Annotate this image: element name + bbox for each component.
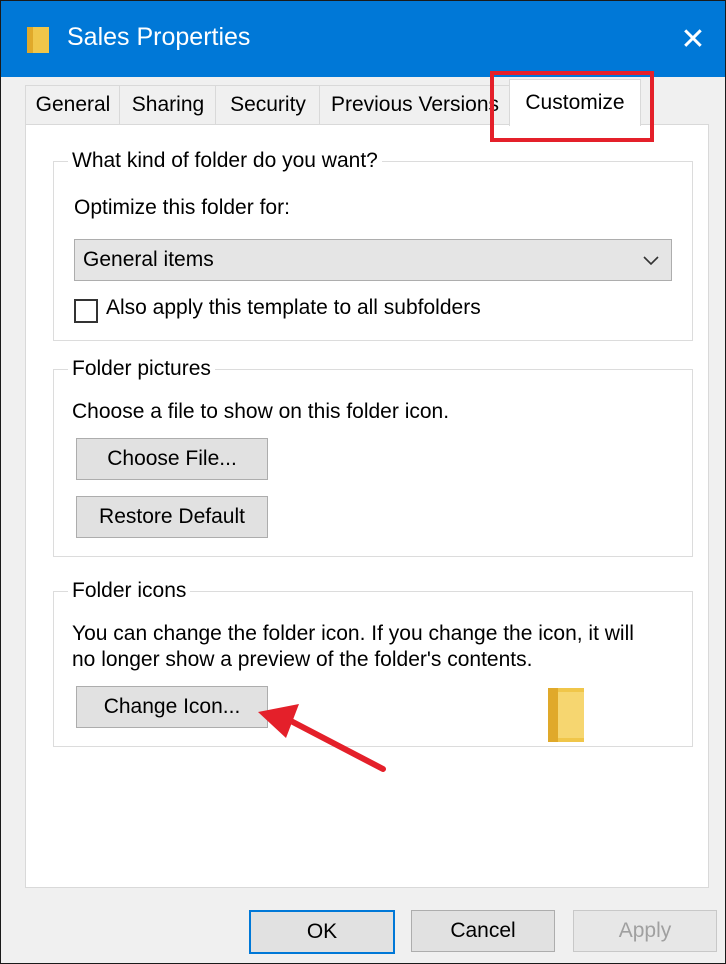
folder-icons-description-line2: no longer show a preview of the folder's…: [72, 648, 533, 671]
apply-subfolders-checkbox[interactable]: [74, 299, 98, 323]
chevron-down-icon: [643, 256, 659, 266]
apply-button[interactable]: Apply: [573, 910, 717, 952]
ok-button[interactable]: OK: [249, 910, 395, 954]
optimize-label: Optimize this folder for:: [74, 196, 290, 219]
title-bar[interactable]: Sales Properties ✕: [1, 1, 725, 77]
folder-icons-group-title: Folder icons: [68, 579, 191, 603]
choose-file-button[interactable]: Choose File...: [76, 438, 268, 480]
tab-security[interactable]: Security: [215, 85, 321, 124]
optimize-dropdown-value: General items: [83, 248, 214, 271]
properties-window: Sales Properties ✕ General Sharing Secur…: [0, 0, 726, 964]
folder-icon: [27, 27, 49, 53]
folder-icons-group: Folder icons You can change the folder i…: [53, 579, 693, 747]
folder-pictures-group-title: Folder pictures: [68, 357, 215, 381]
tab-previous-versions[interactable]: Previous Versions: [319, 85, 511, 124]
folder-type-group-title: What kind of folder do you want?: [68, 149, 382, 173]
apply-subfolders-label[interactable]: Also apply this template to all subfolde…: [106, 296, 481, 320]
tab-general[interactable]: General: [25, 85, 121, 124]
folder-icons-description-line1: You can change the folder icon. If you c…: [72, 622, 634, 645]
tab-sharing[interactable]: Sharing: [119, 85, 217, 124]
window-title: Sales Properties: [67, 23, 251, 51]
change-icon-button[interactable]: Change Icon...: [76, 686, 268, 728]
customize-panel: What kind of folder do you want? Optimiz…: [25, 124, 709, 888]
folder-preview-icon: [548, 688, 584, 742]
cancel-button[interactable]: Cancel: [411, 910, 555, 952]
restore-default-button[interactable]: Restore Default: [76, 496, 268, 538]
folder-pictures-description: Choose a file to show on this folder ico…: [72, 400, 450, 423]
folder-pictures-group: Folder pictures Choose a file to show on…: [53, 357, 693, 557]
folder-type-group: What kind of folder do you want? Optimiz…: [53, 149, 693, 341]
customize-tab-highlight: [490, 71, 654, 142]
close-button[interactable]: ✕: [661, 1, 725, 77]
optimize-dropdown[interactable]: General items: [74, 239, 672, 281]
